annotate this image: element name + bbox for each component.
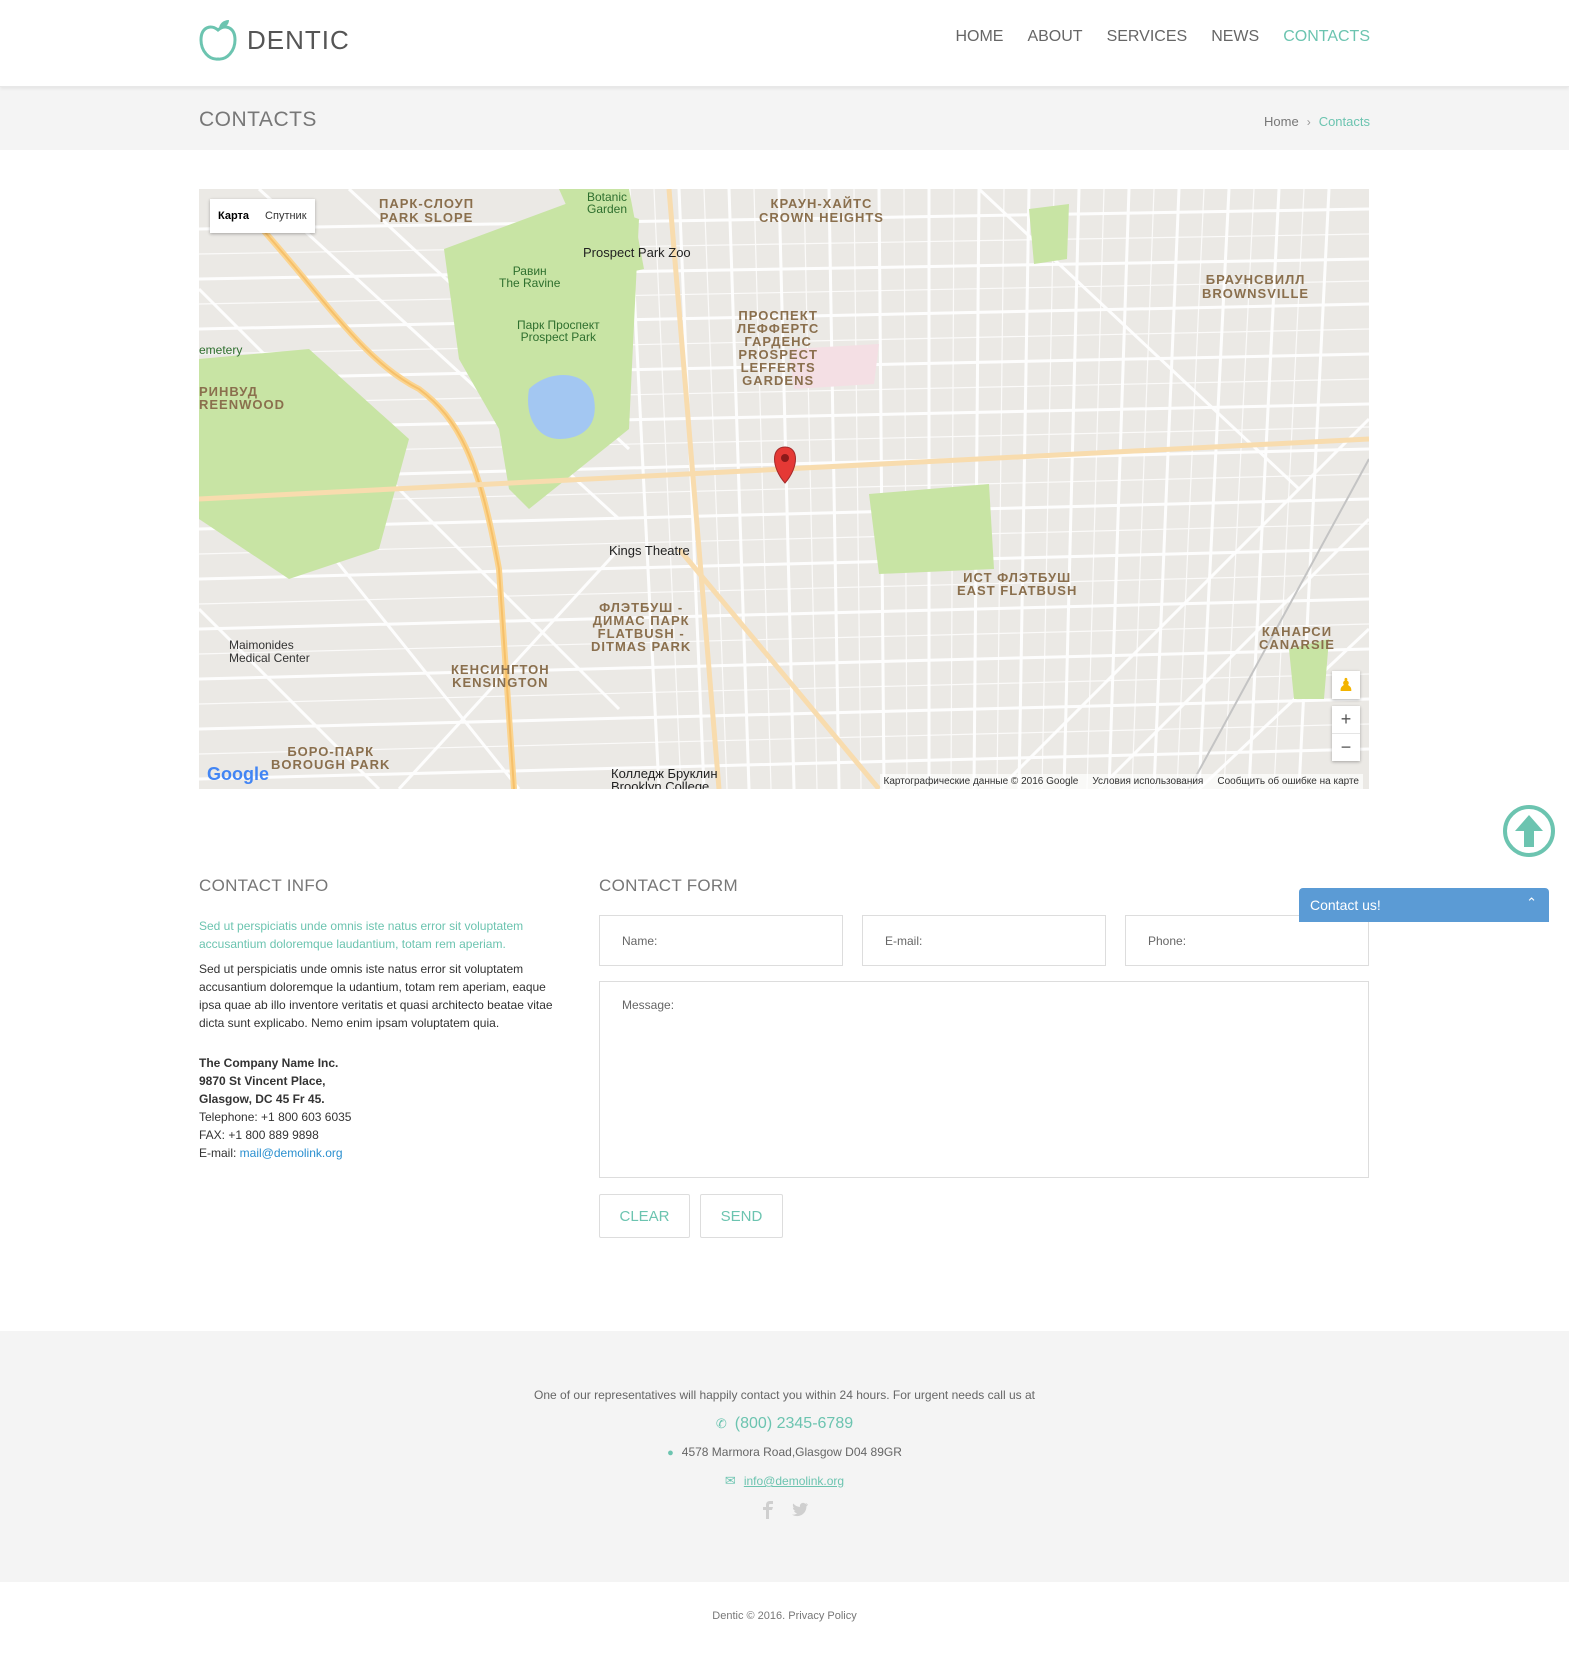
pegman-icon[interactable]: ♟ [1332,671,1360,699]
contact-form-title: CONTACT FORM [599,876,738,895]
map-label-kensington: КЕНСИНГТОН KENSINGTON [451,662,550,690]
nav-contacts[interactable]: CONTACTS [1283,28,1370,46]
send-button[interactable]: SEND [700,1194,783,1238]
map-label-greenwood: РИНВУД REENWOOD [199,384,285,412]
email-input[interactable] [863,916,1105,965]
contact-address: The Company Name Inc. 9870 St Vincent Pl… [199,1054,351,1162]
map-report-link[interactable]: Сообщить об ошибке на карте [1217,776,1359,787]
scroll-top-icon[interactable] [1503,805,1555,857]
zoom-in-button[interactable]: + [1332,706,1360,734]
map-label-crown-heights: КРАУН-ХАЙТС CROWN HEIGHTS [759,196,884,225]
contact-info-body: Sed ut perspiciatis unde omnis iste natu… [199,962,553,1030]
page-title: CONTACTS [199,108,317,131]
contact-us-widget[interactable]: Contact us! ⌃ [1299,888,1549,922]
map-type-satellite[interactable]: Спутник [257,199,314,233]
map-label-brooklyn-college: Колледж Бруклин Brooklyn College [611,766,718,789]
footer-phone-number: (800) 2345-6789 [734,1415,854,1432]
map-label-canarsie: КАНАРСИ CANARSIE [1259,624,1335,652]
map-label-prospect-park: Парк Проспект Prospect Park [517,318,600,344]
copyright-text: Dentic © 2016. Privacy Policy [0,1610,1569,1622]
company-name: The Company Name Inc. [199,1056,339,1070]
breadcrumb-separator: › [1306,114,1311,129]
nav-services[interactable]: SERVICES [1107,28,1188,46]
apple-logo-icon [199,20,237,61]
footer-email-link[interactable]: info@demolink.org [744,1474,844,1488]
map-label-flatbush: ФЛЭТБУШ - ДИМАС ПАРК FLATBUSH - DITMAS P… [591,600,692,654]
site-header: DENTIC HOME ABOUT SERVICES NEWS CONTACTS [0,0,1569,87]
map-attribution-text: Картографические данные © 2016 Google [883,776,1079,787]
map-label-ravine: Равин The Ravine [499,264,561,290]
breadcrumb: Home › Contacts [1264,114,1370,129]
phone-input[interactable] [1126,916,1368,965]
copyright-bar: Dentic © 2016. Privacy Policy [0,1582,1569,1655]
company-street: 9870 St Vincent Place, [199,1074,326,1088]
phone-icon: ✆ [715,1416,727,1431]
map-pin-icon: ● [667,1447,674,1459]
privacy-policy-link[interactable]: Privacy Policy [788,1610,856,1622]
footer-phone[interactable]: ✆ (800) 2345-6789 [0,1415,1569,1433]
nav-about[interactable]: ABOUT [1027,28,1082,46]
zoom-out-button[interactable]: − [1332,734,1360,761]
map-label-cemetery: emetery [199,343,243,357]
copyright-label: Dentic © 2016. [712,1610,786,1622]
chevron-up-icon[interactable]: ⌃ [1526,895,1537,911]
email-field [862,915,1106,966]
phone-field [1125,915,1369,966]
zoom-control: + − [1332,706,1360,761]
map-label-lefferts: ПРОСПЕКТ ЛЕФФЕРТС ГАРДЕНС PROSPECT LEFFE… [737,308,820,388]
map-type-map[interactable]: Карта [210,199,257,233]
company-fax: FAX: +1 800 889 9898 [199,1128,319,1142]
company-city: Glasgow, DC 45 Fr 45. [199,1092,325,1106]
company-email-link[interactable]: mail@demolink.org [240,1146,343,1160]
map-terms-link[interactable]: Условия использования [1092,776,1203,787]
breadcrumb-home[interactable]: Home [1264,114,1299,129]
map-label-zoo: Prospect Park Zoo [583,245,691,260]
nav-news[interactable]: NEWS [1211,28,1259,46]
footer-address-text: 4578 Marmora Road,Glasgow D04 89GR [681,1445,902,1459]
map-streets [199,189,1369,789]
footer-email: ✉ info@demolink.org [0,1473,1569,1489]
logo[interactable]: DENTIC [199,18,350,62]
nav-home[interactable]: HOME [955,28,1003,46]
map-label-boro-park: БОРО-ПАРК BOROUGH PARK [271,744,391,772]
contact-us-label: Contact us! [1310,897,1381,913]
footer-contact-text: One of our representatives will happily … [534,1388,1035,1402]
message-input[interactable] [600,982,1368,1177]
map-label-maimonides: Maimonides Medical Center [229,638,310,665]
main-nav: HOME ABOUT SERVICES NEWS CONTACTS [955,28,1370,46]
logo-text: DENTIC [247,24,350,55]
map-label-east-flatbush: ИСТ ФЛЭТБУШ EAST FLATBUSH [957,570,1078,598]
social-links [0,1501,1569,1519]
google-map[interactable]: ПАРК-СЛОУП PARK SLOPE КРАУН-ХАЙТС CROWN … [199,189,1369,789]
message-field [599,981,1369,1178]
map-attribution: Картографические данные © 2016 Google Ус… [879,774,1363,789]
map-label-park-slope: ПАРК-СЛОУП PARK SLOPE [379,196,475,225]
page-title-bar: CONTACTS Home › Contacts [0,87,1569,150]
name-field [599,915,843,966]
map-type-control: Карта Спутник [210,199,315,233]
name-input[interactable] [600,916,842,965]
map-label-kings-theatre: Kings Theatre [609,543,690,558]
envelope-icon: ✉ [724,1473,736,1488]
company-telephone: Telephone: +1 800 603 6035 [199,1110,352,1124]
breadcrumb-current: Contacts [1318,114,1370,129]
facebook-icon[interactable] [761,1501,775,1519]
site-footer: One of our representatives will happily … [0,1331,1569,1582]
company-email-label: E-mail: [199,1146,240,1160]
contact-info-lead: Sed ut perspiciatis unde omnis iste natu… [199,919,524,951]
map-label-botanic: Botanic Garden [587,190,628,216]
clear-button[interactable]: CLEAR [599,1194,690,1238]
footer-address: ● 4578 Marmora Road,Glasgow D04 89GR [0,1445,1569,1459]
twitter-icon[interactable] [789,1501,809,1519]
contact-info-title: CONTACT INFO [199,876,329,895]
google-logo[interactable]: Google [207,764,269,785]
map-label-brownsville: БРАУНСВИЛЛ BROWNSVILLE [1202,272,1310,301]
